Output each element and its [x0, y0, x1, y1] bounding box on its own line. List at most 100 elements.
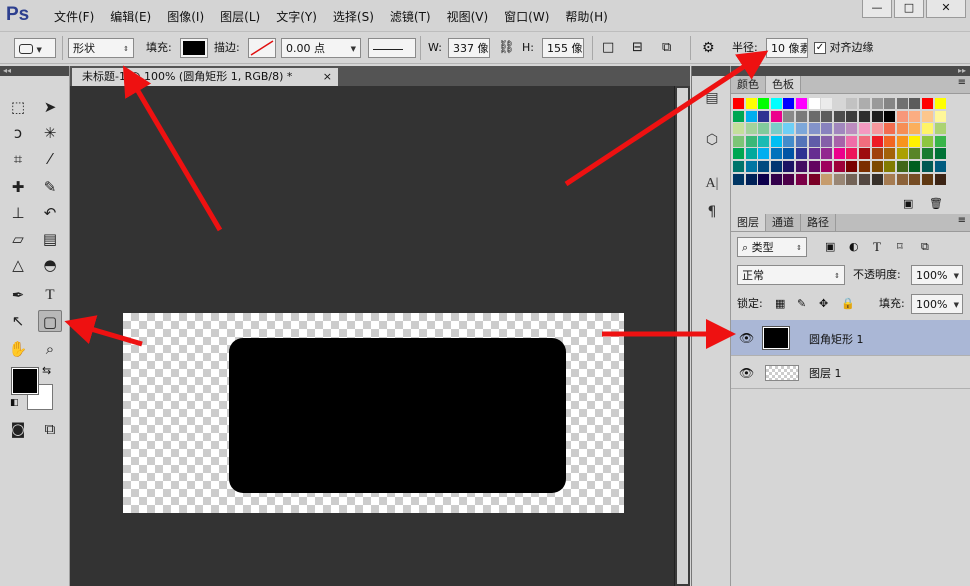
swatch[interactable]: [796, 173, 807, 185]
swatch[interactable]: [859, 135, 870, 147]
swatch[interactable]: [733, 123, 744, 135]
document-canvas[interactable]: [123, 313, 624, 513]
3d-icon[interactable]: ⬡: [702, 130, 722, 150]
swatch[interactable]: [859, 173, 870, 185]
swatch[interactable]: [808, 161, 820, 172]
panel-menu-icon[interactable]: ≡: [958, 77, 966, 88]
swatch[interactable]: [758, 173, 770, 185]
close-tab-icon[interactable]: ×: [323, 68, 332, 86]
swatch[interactable]: [909, 148, 921, 160]
document-tab[interactable]: 未标题-1 @ 100% (圆角矩形 1, RGB/8) * ×: [72, 68, 338, 86]
swatch[interactable]: [896, 148, 908, 160]
swatch[interactable]: [833, 148, 845, 160]
menu-view[interactable]: 视图(V): [439, 8, 497, 26]
hand-tool-icon[interactable]: ✋: [6, 338, 30, 360]
swatch[interactable]: [833, 173, 845, 185]
dodge-tool-icon[interactable]: ◓: [38, 254, 62, 276]
swatch[interactable]: [934, 161, 946, 172]
filter-shape-icon[interactable]: ⌑: [897, 237, 903, 257]
menu-type[interactable]: 文字(Y): [268, 8, 325, 26]
swatch[interactable]: [821, 98, 833, 109]
swatch[interactable]: [796, 148, 807, 160]
pen-tool-icon[interactable]: ✒: [6, 284, 30, 306]
new-swatch-icon[interactable]: ▣: [903, 197, 913, 210]
tab-layers[interactable]: 图层: [731, 214, 766, 231]
stroke-type-select[interactable]: ▼: [368, 38, 416, 74]
swatch[interactable]: [896, 98, 908, 109]
swatch[interactable]: [758, 123, 770, 135]
swatch[interactable]: [783, 148, 795, 160]
swatch[interactable]: [821, 135, 833, 147]
menu-window[interactable]: 窗口(W): [496, 8, 557, 26]
layer-name[interactable]: 圆角矩形 1: [809, 331, 864, 347]
swatch[interactable]: [808, 148, 820, 160]
lock-all-icon[interactable]: 🔒: [841, 294, 855, 314]
swatch[interactable]: [796, 161, 807, 172]
type-tool-icon[interactable]: T: [38, 284, 62, 306]
swatch[interactable]: [846, 110, 858, 122]
swatch[interactable]: [733, 148, 744, 160]
swatch[interactable]: [896, 123, 908, 135]
swatch[interactable]: [859, 110, 870, 122]
swatch[interactable]: [758, 161, 770, 172]
swatch[interactable]: [909, 110, 921, 122]
swatch[interactable]: [833, 161, 845, 172]
swatch[interactable]: [846, 98, 858, 109]
filter-type-icon[interactable]: T: [873, 237, 881, 257]
swatch[interactable]: [871, 98, 883, 109]
swatch[interactable]: [934, 110, 946, 122]
clone-stamp-tool-icon[interactable]: ⊥: [6, 202, 30, 224]
rounded-rectangle-tool-icon[interactable]: ▢: [38, 310, 62, 332]
swatch[interactable]: [783, 98, 795, 109]
menu-filter[interactable]: 滤镜(T): [382, 8, 439, 26]
path-operations-icon[interactable]: □: [602, 38, 614, 58]
swatch[interactable]: [833, 98, 845, 109]
filter-kind-select[interactable]: ⌕ 类型 ⇕: [737, 237, 807, 257]
magic-wand-tool-icon[interactable]: ✳: [38, 122, 62, 144]
vertical-scrollbar[interactable]: [674, 86, 690, 586]
swatch[interactable]: [783, 173, 795, 185]
swatch[interactable]: [871, 110, 883, 122]
menu-select[interactable]: 选择(S): [325, 8, 382, 26]
swatch[interactable]: [808, 98, 820, 109]
path-selection-tool-icon[interactable]: ↖: [6, 310, 30, 332]
marquee-tool-icon[interactable]: ⬚: [6, 96, 30, 118]
swatch[interactable]: [871, 123, 883, 135]
swatch[interactable]: [745, 161, 757, 172]
swatch[interactable]: [821, 148, 833, 160]
swatch[interactable]: [796, 123, 807, 135]
swatch[interactable]: [796, 98, 807, 109]
swatch[interactable]: [821, 173, 833, 185]
swatch[interactable]: [733, 110, 744, 122]
swatch[interactable]: [846, 161, 858, 172]
swatch[interactable]: [859, 123, 870, 135]
panel-grip[interactable]: ◂◂: [0, 66, 69, 76]
blur-tool-icon[interactable]: △: [6, 254, 30, 276]
swatch[interactable]: [770, 148, 782, 160]
swatch[interactable]: [808, 135, 820, 147]
swatch[interactable]: [770, 123, 782, 135]
eye-icon[interactable]: 👁: [739, 331, 754, 345]
swatch[interactable]: [758, 135, 770, 147]
swatch[interactable]: [909, 173, 921, 185]
tool-preset-picker[interactable]: ▼: [14, 38, 56, 58]
swatch[interactable]: [770, 98, 782, 109]
swatch[interactable]: [896, 110, 908, 122]
layer-row-rounded-rect[interactable]: 👁 圆角矩形 1: [731, 320, 970, 356]
foreground-color-swatch[interactable]: [11, 367, 39, 395]
swatch[interactable]: [934, 98, 946, 109]
swatch[interactable]: [833, 110, 845, 122]
rounded-rectangle-shape[interactable]: [229, 338, 566, 493]
panel-grip[interactable]: ▸▸: [731, 66, 970, 76]
swatch[interactable]: [745, 135, 757, 147]
panel-menu-icon[interactable]: ≡: [958, 215, 966, 226]
opacity-field[interactable]: 100% ▼: [911, 265, 963, 285]
lock-position-icon[interactable]: ✥: [819, 294, 828, 314]
align-edges-checkbox[interactable]: ✓ 对齐边缘: [814, 38, 874, 58]
tab-color[interactable]: 颜色: [731, 76, 766, 93]
fill-swatch[interactable]: [180, 38, 208, 58]
move-tool-icon[interactable]: ➤: [38, 96, 62, 118]
swatch[interactable]: [808, 123, 820, 135]
filter-pixel-icon[interactable]: ▣: [825, 237, 835, 257]
swatch[interactable]: [922, 161, 933, 172]
